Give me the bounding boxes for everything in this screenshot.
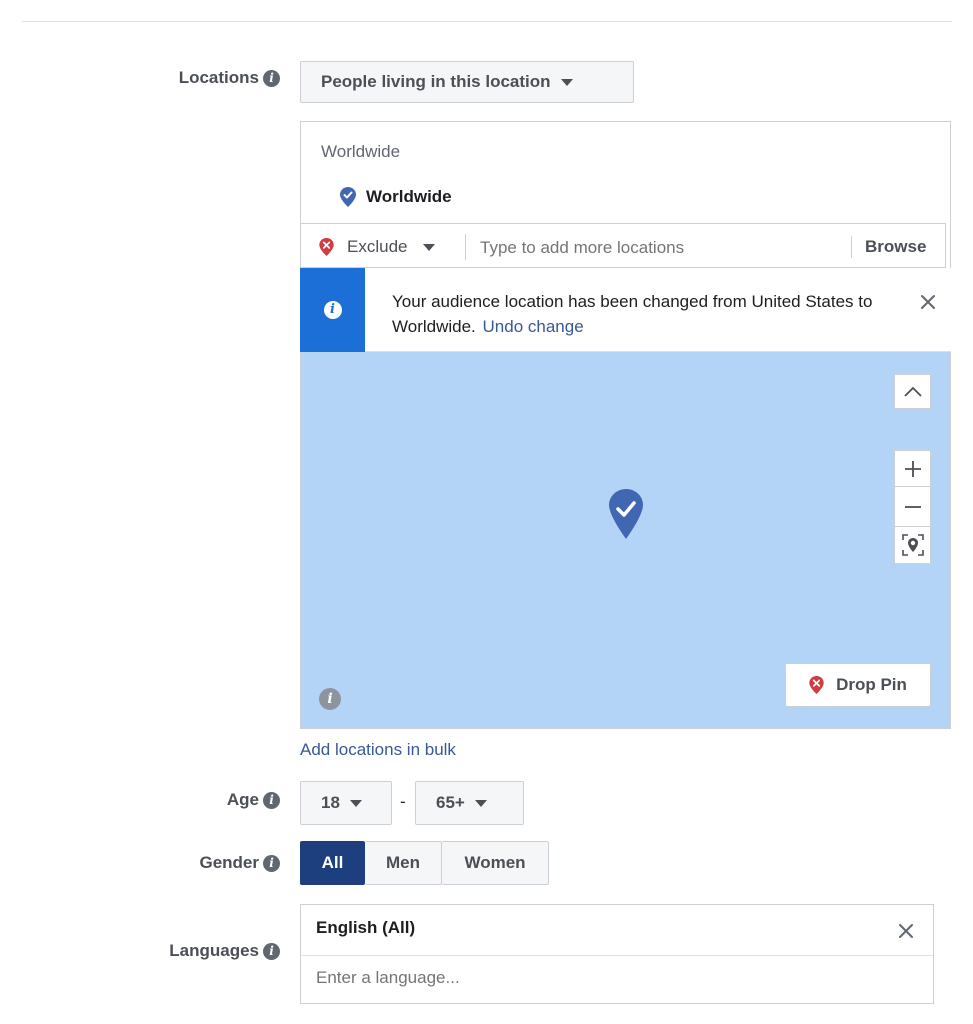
close-icon[interactable] <box>917 291 939 313</box>
selected-location-item[interactable]: Worldwide <box>340 185 452 209</box>
exclude-pin-icon <box>809 676 824 694</box>
info-icon[interactable]: i <box>263 70 280 87</box>
chevron-down-icon <box>349 799 362 807</box>
notice-text-block: Your audience location has been changed … <box>392 289 892 339</box>
location-type-dropdown[interactable]: People living in this location <box>300 61 634 103</box>
exclude-label: Exclude <box>347 237 408 256</box>
exclude-pin-icon <box>319 238 334 256</box>
chevron-up-icon[interactable] <box>894 374 931 409</box>
age-max-value: 65+ <box>436 793 465 812</box>
gender-option-women[interactable]: Women <box>442 841 549 885</box>
undo-change-link[interactable]: Undo change <box>483 317 584 336</box>
age-min-dropdown[interactable]: 18 <box>300 781 392 825</box>
selected-location-label: Worldwide <box>366 187 452 206</box>
age-max-dropdown[interactable]: 65+ <box>415 781 524 825</box>
info-icon[interactable]: i <box>263 855 280 872</box>
chevron-down-icon <box>423 243 436 251</box>
gender-segmented-control: All Men Women <box>300 841 549 885</box>
chevron-down-icon <box>560 78 573 86</box>
age-min-value: 18 <box>321 793 340 812</box>
exclude-dropdown[interactable]: Exclude <box>319 236 436 258</box>
gender-option-all[interactable]: All <box>300 841 365 885</box>
info-icon: i <box>323 301 342 319</box>
gender-option-men[interactable]: Men <box>365 841 442 885</box>
zoom-out-icon[interactable] <box>894 486 931 526</box>
close-icon[interactable] <box>895 920 917 942</box>
map-location-pin-icon <box>608 488 644 540</box>
location-pin-icon <box>340 187 356 207</box>
browse-button[interactable]: Browse <box>865 237 926 257</box>
notice-info-bar: i <box>300 268 365 352</box>
language-input[interactable] <box>316 964 906 992</box>
browse-separator <box>851 236 852 258</box>
recenter-icon[interactable] <box>894 526 931 564</box>
locations-label: Locations <box>178 68 259 87</box>
location-group-heading: Worldwide <box>321 142 401 161</box>
age-label-row: Age i <box>120 790 280 810</box>
languages-label: Languages <box>169 941 259 960</box>
locations-label-row: Locations i <box>120 68 280 88</box>
notice-text: Your audience location has been changed … <box>392 292 873 336</box>
age-separator: - <box>400 792 406 811</box>
location-type-label: People living in this location <box>321 72 551 91</box>
info-icon[interactable]: i <box>263 943 280 960</box>
gender-label: Gender <box>199 853 259 872</box>
add-locations-bulk-link[interactable]: Add locations in bulk <box>300 740 456 760</box>
info-icon[interactable]: i <box>319 688 341 710</box>
info-icon[interactable]: i <box>263 792 280 809</box>
age-label: Age <box>226 790 259 809</box>
drop-pin-button[interactable]: Drop Pin <box>785 663 931 707</box>
drop-pin-label: Drop Pin <box>836 675 907 694</box>
location-search-input[interactable] <box>480 234 840 262</box>
languages-label-row: Languages i <box>120 941 280 961</box>
selected-language: English (All) <box>316 918 416 937</box>
search-separator <box>465 234 466 260</box>
chevron-down-icon <box>474 799 487 807</box>
languages-divider <box>301 955 933 956</box>
top-divider <box>22 21 952 22</box>
gender-label-row: Gender i <box>120 853 280 873</box>
zoom-in-icon[interactable] <box>894 450 931 486</box>
